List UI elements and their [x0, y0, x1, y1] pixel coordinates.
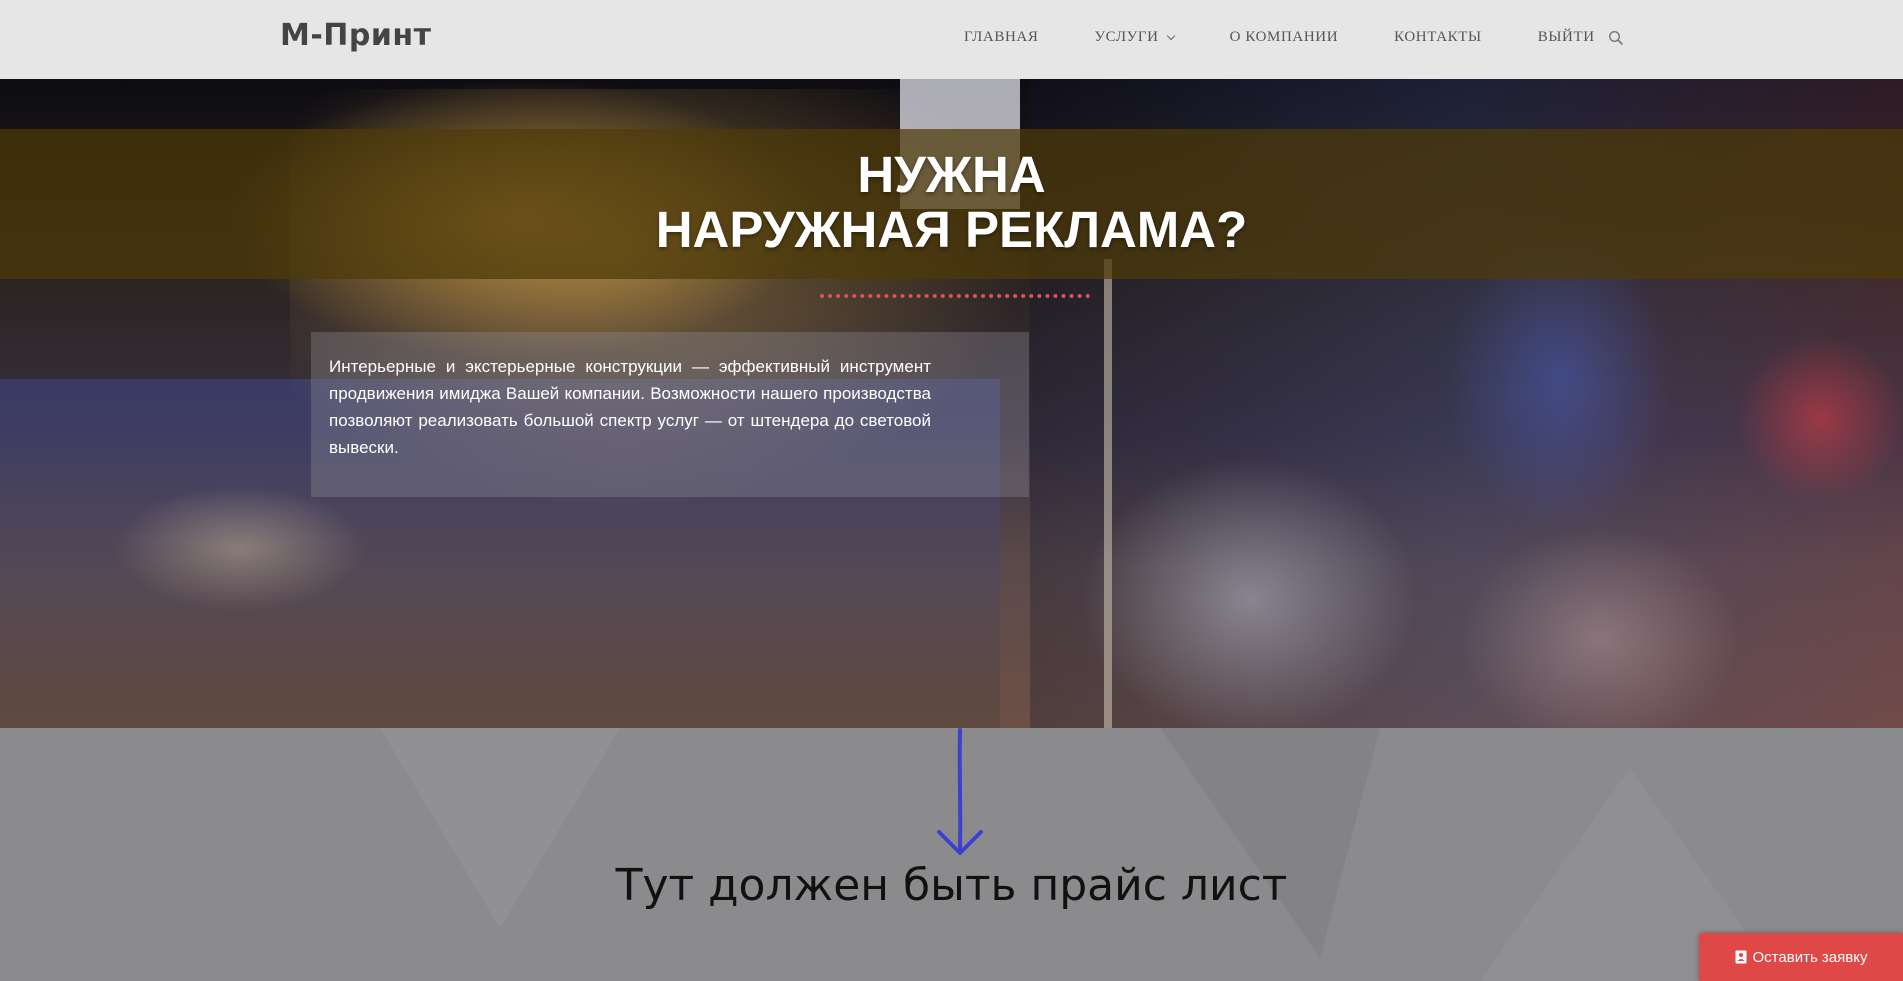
title-divider	[820, 294, 1090, 298]
nav-item-contacts[interactable]: КОНТАКТЫ	[1394, 29, 1482, 46]
nav-item-label: ГЛАВНАЯ	[964, 29, 1039, 45]
main-nav: ГЛАВНАЯ УСЛУГИ О КОМПАНИИ КОНТАКТЫ ВЫЙТИ	[964, 29, 1651, 46]
hero-background-pole	[1104, 259, 1112, 728]
nav-item-label: ВЫЙТИ	[1537, 29, 1595, 45]
nav-item-about[interactable]: О КОМПАНИИ	[1230, 29, 1339, 46]
nav-item-label: КОНТАКТЫ	[1394, 29, 1482, 45]
nav-item-label: УСЛУГИ	[1094, 29, 1159, 45]
nav-item-label: О КОМПАНИИ	[1229, 29, 1339, 45]
nav-item-home[interactable]: ГЛАВНАЯ	[964, 29, 1038, 46]
site-logo[interactable]: М-Принт	[280, 18, 432, 53]
background-shape	[1160, 728, 1380, 958]
document-icon	[1735, 950, 1747, 964]
hero-title-line1: НУЖНА	[857, 146, 1046, 203]
price-list-placeholder: Тут должен быть прайс лист	[615, 860, 1288, 911]
hero-description: Интерьерные и экстерьерные конструкции —…	[329, 357, 931, 457]
leave-request-button[interactable]: Оставить заявку	[1699, 933, 1903, 981]
leave-request-label: Оставить заявку	[1752, 948, 1868, 966]
nav-item-logout[interactable]: ВЫЙТИ	[1538, 29, 1595, 46]
arrow-down-icon	[930, 728, 990, 858]
hero-title: НУЖНА НАРУЖНАЯ РЕКЛАМА?	[0, 147, 1903, 257]
hero-title-line2: НАРУЖНАЯ РЕКЛАМА?	[655, 201, 1248, 258]
site-header: М-Принт ГЛАВНАЯ УСЛУГИ О КОМПАНИИ КОНТАК…	[0, 0, 1903, 79]
chevron-down-icon	[1166, 31, 1175, 40]
search-icon[interactable]	[1608, 30, 1624, 46]
nav-item-services[interactable]: УСЛУГИ	[1094, 29, 1175, 46]
